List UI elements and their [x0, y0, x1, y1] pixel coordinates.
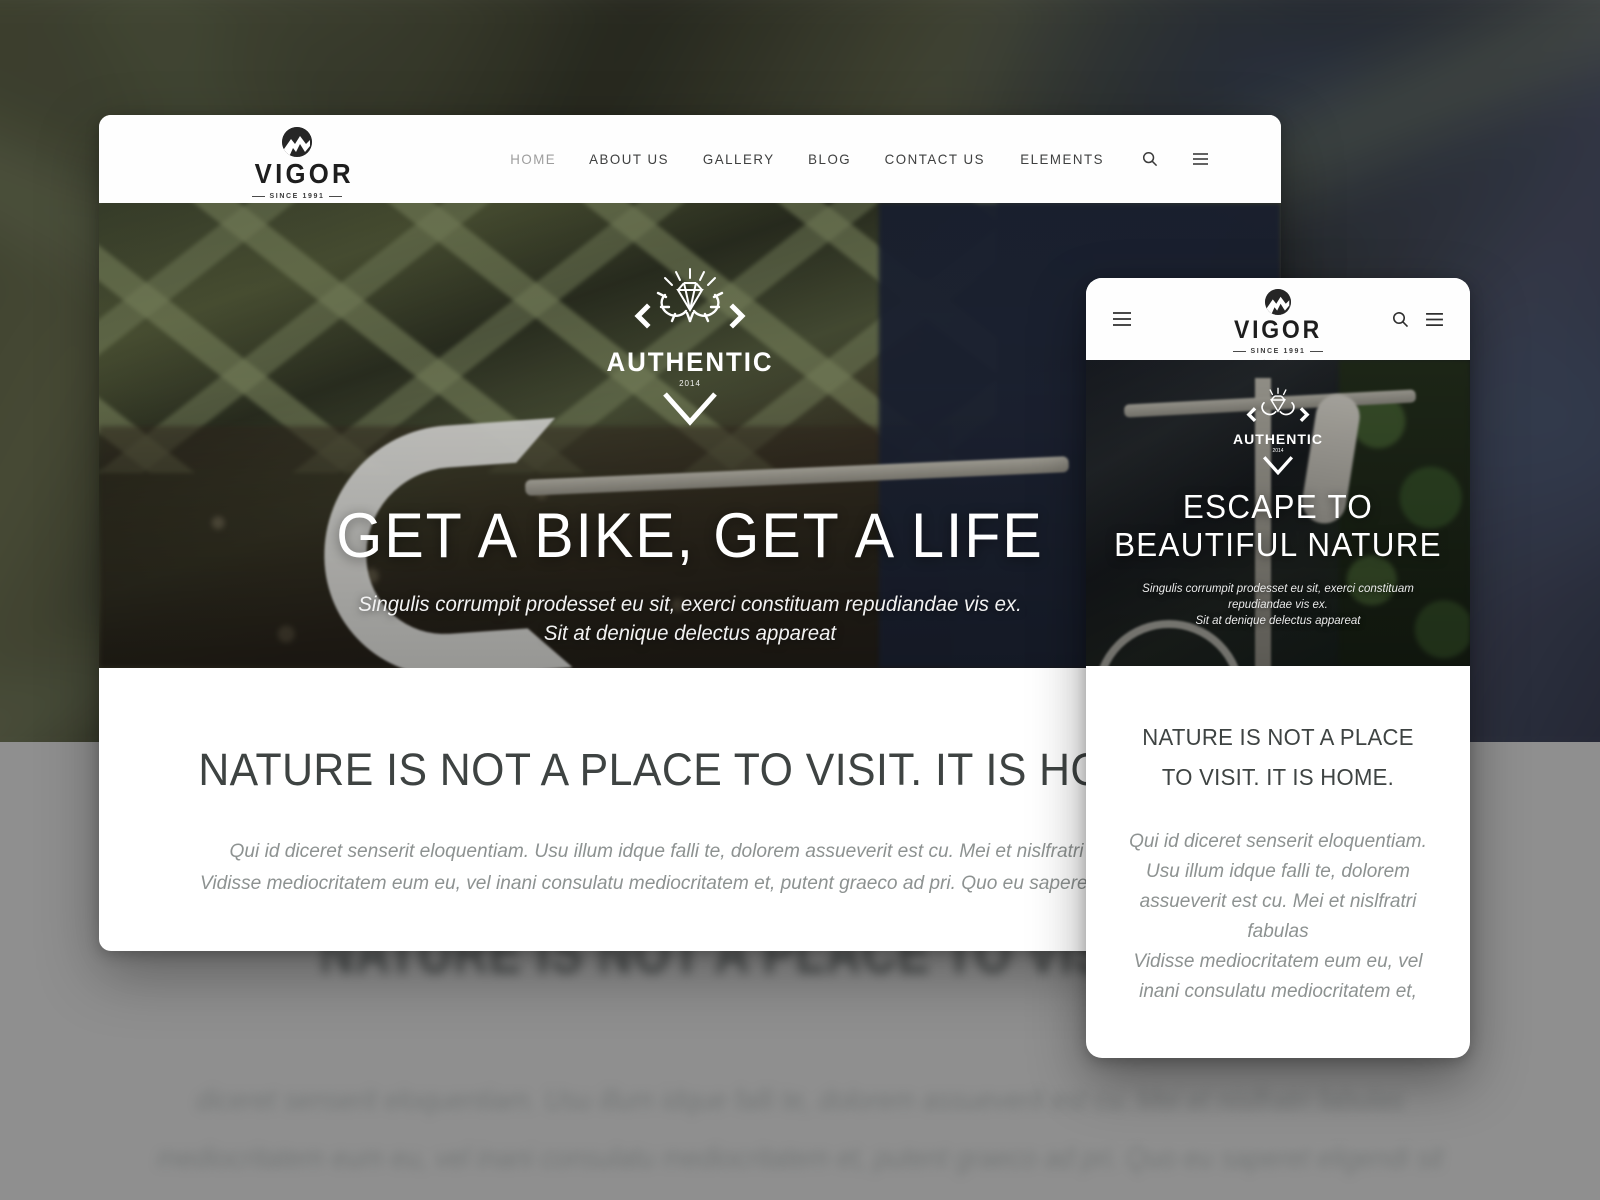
mobile-logo-tagline: SINCE 1991 — [1223, 348, 1333, 355]
mobile-hero-subtitle-line-3: Sit at denique delectus appareat — [1195, 614, 1361, 627]
mobile-logo-wordmark: VIGOR — [1234, 316, 1322, 344]
mobile-right-hamburger-menu-icon[interactable] — [1425, 312, 1444, 327]
mobile-badge-chevron-icon — [1262, 456, 1294, 475]
mobile-badge-year: 2014 — [1272, 448, 1284, 454]
tagline-text: SINCE 1991 — [269, 193, 325, 200]
logo-wordmark: VIGOR — [254, 158, 354, 189]
mobile-header-actions — [1392, 311, 1444, 328]
desktop-main-nav: HOME ABOUT US GALLERY BLOG CONTACT US EL… — [509, 151, 1209, 167]
nav-item-about-us[interactable]: ABOUT US — [589, 151, 669, 167]
background-blurred-line-2: mediocritatem eum eu, vel inani consulat… — [156, 1140, 1444, 1175]
diamond-antlers-emblem-icon — [634, 268, 746, 329]
mobile-paragraph-line-6: inani consulatu mediocritatem et, — [1139, 981, 1417, 1003]
tagline-rule-right — [329, 196, 343, 197]
mobile-tagline-rule-right — [1310, 351, 1324, 352]
mobile-paragraph-line-3: assueverit est cu. Mei et nislfratri — [1139, 891, 1417, 913]
nav-item-home[interactable]: HOME — [510, 151, 556, 167]
mobile-section-paragraph: Qui id diceret senserit eloquentiam. Usu… — [1126, 827, 1430, 1007]
badge-word: AUTHENTIC — [606, 347, 774, 377]
mobile-tagline-text: SINCE 1991 — [1250, 348, 1306, 355]
mobile-mockup-window: VIGOR SINCE 1991 • • • — [1086, 278, 1470, 1058]
mobile-paragraph-line-2: Usu illum idque falli te, dolorem — [1145, 861, 1410, 883]
mobile-site-logo[interactable]: VIGOR SINCE 1991 • • • — [1223, 289, 1333, 365]
section-paragraph-line-2: Vidisse mediocritatem eum eu, vel inani … — [200, 871, 1189, 894]
logo-tagline: SINCE 1991 — [251, 193, 343, 200]
mobile-paragraph-line-4: fabulas — [1247, 921, 1309, 943]
mobile-site-header: VIGOR SINCE 1991 • • • — [1086, 278, 1470, 365]
badge-year: 2014 — [679, 379, 701, 388]
mobile-content-section: NATURE IS NOT A PLACE TO VISIT. IT IS HO… — [1086, 666, 1470, 1008]
mobile-authentic-badge: AUTHENTIC 2014 — [1223, 386, 1333, 475]
mobile-hero-subtitle: Singulis corrumpit prodesset eu sit, exe… — [1108, 582, 1448, 630]
background-blurred-line-1: diceret senserit eloquentiam. Usu illum … — [196, 1082, 1404, 1117]
mobile-paragraph-line-5: Vidisse mediocritatem eum eu, vel — [1133, 951, 1423, 973]
mobile-hero-heading: ESCAPE TO BEAUTIFUL NATURE — [1114, 488, 1442, 563]
section-title: NATURE IS NOT A PLACE TO VISIT. IT IS HO… — [198, 744, 1182, 795]
mountain-circle-icon — [1265, 289, 1291, 315]
site-logo[interactable]: VIGOR SINCE 1991 • • • — [251, 127, 354, 210]
section-paragraph: Qui id diceret senserit eloquentiam. Usu… — [200, 836, 1189, 899]
nav-item-blog[interactable]: BLOG — [808, 151, 851, 167]
screenshot-stage: NATURE IS NOT A PLACE TO VISIT. IT IS di… — [0, 0, 1600, 1200]
nav-item-gallery[interactable]: GALLERY — [703, 151, 775, 167]
mobile-hero-subtitle-line-2: repudiandae vis ex. — [1228, 598, 1328, 611]
mobile-tagline-rule-left — [1232, 351, 1246, 352]
mobile-hero-subtitle-line-1: Singulis corrumpit prodesset eu sit, exe… — [1142, 583, 1414, 595]
tagline-rule-left — [251, 196, 265, 197]
desktop-site-header: VIGOR SINCE 1991 • • • HOME ABOUT US GAL… — [99, 115, 1281, 210]
hamburger-menu-icon[interactable] — [1192, 152, 1209, 166]
mobile-paragraph-line-1: Qui id diceret senserit eloquentiam. — [1129, 831, 1427, 853]
nav-item-elements[interactable]: ELEMENTS — [1020, 151, 1104, 167]
mobile-hero-banner: AUTHENTIC 2014 ESCAPE TO BEAUTIFUL NATUR… — [1086, 360, 1470, 666]
mobile-badge-word: AUTHENTIC — [1233, 431, 1323, 447]
mountain-circle-icon — [282, 127, 312, 157]
diamond-antlers-emblem-icon — [1246, 387, 1310, 423]
authentic-badge: AUTHENTIC 2014 — [600, 265, 780, 426]
badge-chevron-icon — [663, 392, 717, 426]
section-paragraph-line-1: Qui id diceret senserit eloquentiam. Usu… — [229, 840, 1151, 862]
mobile-left-hamburger-menu-icon[interactable] — [1112, 311, 1132, 327]
mobile-search-icon[interactable] — [1392, 311, 1409, 328]
nav-item-contact-us[interactable]: CONTACT US — [885, 151, 985, 167]
hero-heading: GET A BIKE, GET A LIFE — [336, 501, 1044, 571]
mobile-section-title: NATURE IS NOT A PLACE TO VISIT. IT IS HO… — [1142, 724, 1414, 790]
search-icon[interactable] — [1142, 151, 1158, 167]
